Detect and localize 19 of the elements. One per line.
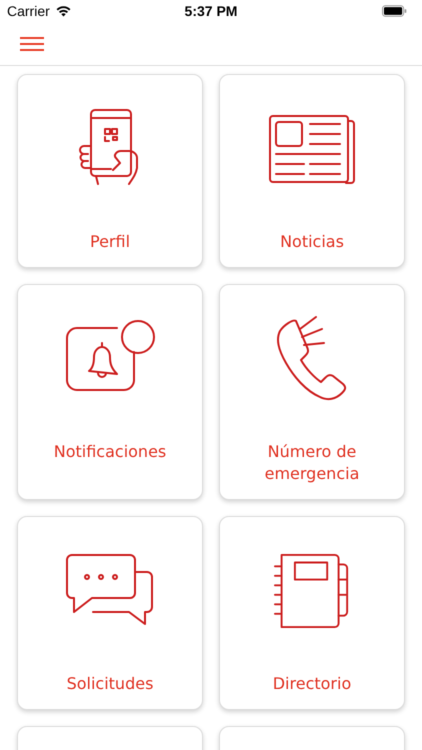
notebook-icon bbox=[274, 553, 350, 629]
tile-label: Perfil bbox=[90, 231, 130, 253]
carrier-name: Carrier bbox=[7, 3, 50, 19]
menu-tile[interactable]: Notificaciones bbox=[17, 284, 203, 500]
wifi-icon bbox=[54, 5, 72, 17]
tile-label: Directorio bbox=[272, 673, 352, 695]
menu-icon[interactable] bbox=[20, 36, 44, 50]
menu-tile[interactable]: Directorio bbox=[219, 516, 405, 710]
battery-icon bbox=[382, 5, 407, 17]
menu-tile[interactable]: Perfil bbox=[17, 74, 203, 268]
tile-label: Noticias bbox=[280, 231, 344, 253]
menu-tile[interactable]: Noticias bbox=[219, 74, 405, 268]
tile-label: Número de emergencia bbox=[264, 441, 360, 485]
tile-label: Solicitudes bbox=[66, 673, 154, 695]
newspaper-icon bbox=[268, 114, 356, 184]
menu-tile[interactable]: Número de emergencia bbox=[219, 284, 405, 500]
tile-label: Notificaciones bbox=[54, 441, 166, 463]
clock-time: 5:37 PM bbox=[184, 3, 238, 19]
menu-tile[interactable]: Solicitudes bbox=[17, 516, 203, 710]
